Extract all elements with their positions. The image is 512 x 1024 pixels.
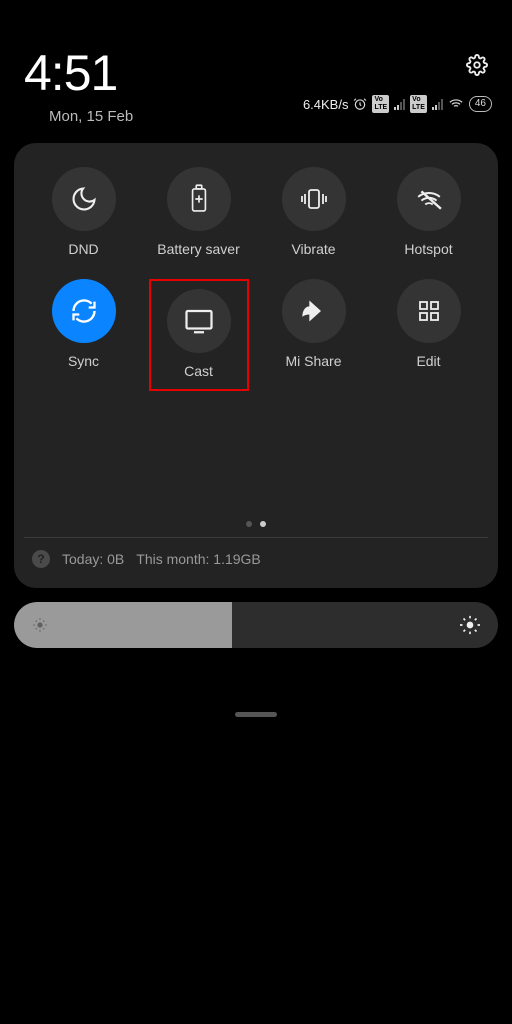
tile-label: Cast <box>184 363 213 379</box>
quick-settings-panel: DND Battery saver Vibrate Hotspot Sync <box>14 143 498 588</box>
volte-indicator-1: VoLTE <box>372 95 389 113</box>
page-dot-active <box>260 521 266 527</box>
clock-date: Mon, 15 Feb <box>49 108 133 125</box>
cast-icon <box>184 308 214 334</box>
network-speed: 6.4KB/s <box>303 97 349 112</box>
vibrate-icon <box>299 185 329 213</box>
tile-label: Hotspot <box>404 241 452 257</box>
tile-label: Sync <box>68 353 99 369</box>
data-usage-row[interactable]: ? Today: 0B This month: 1.19GB <box>26 538 486 572</box>
tile-dnd[interactable]: DND <box>26 167 141 257</box>
usage-month: This month: 1.19GB <box>136 551 261 567</box>
sun-bright-icon <box>460 615 480 635</box>
tile-label: DND <box>68 241 98 257</box>
status-bar: 4:51 Mon, 15 Feb 6.4KB/s VoLTE VoLTE 46 <box>0 0 512 125</box>
alarm-icon <box>353 97 367 111</box>
sun-dim-icon <box>32 617 48 633</box>
mi-share-icon <box>300 297 328 325</box>
volte-indicator-2: VoLTE <box>410 95 427 113</box>
wifi-icon <box>448 97 464 111</box>
tile-mi-share[interactable]: Mi Share <box>256 279 371 391</box>
tile-edit[interactable]: Edit <box>371 279 486 391</box>
grid-icon <box>417 299 441 323</box>
brightness-slider[interactable] <box>14 602 498 648</box>
home-handle[interactable] <box>235 712 277 717</box>
settings-icon[interactable] <box>466 54 488 81</box>
cast-highlight: Cast <box>149 279 249 391</box>
tile-hotspot[interactable]: Hotspot <box>371 167 486 257</box>
page-dot <box>246 521 252 527</box>
hotspot-icon <box>414 186 444 212</box>
signal-bars-1 <box>394 98 405 110</box>
tile-battery-saver[interactable]: Battery saver <box>141 167 256 257</box>
tile-vibrate[interactable]: Vibrate <box>256 167 371 257</box>
tile-label: Mi Share <box>285 353 341 369</box>
sync-icon <box>70 297 98 325</box>
tile-cast[interactable]: Cast <box>156 289 242 379</box>
page-indicator <box>26 521 486 527</box>
moon-icon <box>70 185 98 213</box>
battery-plus-icon <box>188 184 210 214</box>
signal-bars-2 <box>432 98 443 110</box>
tile-label: Battery saver <box>157 241 239 257</box>
clock-time: 4:51 <box>24 44 133 102</box>
battery-pill: 46 <box>469 96 492 112</box>
tile-sync[interactable]: Sync <box>26 279 141 391</box>
usage-today: Today: 0B <box>62 551 124 567</box>
tile-label: Vibrate <box>291 241 335 257</box>
status-icons: 6.4KB/s VoLTE VoLTE 46 <box>303 95 492 113</box>
help-icon: ? <box>32 550 50 568</box>
tile-label: Edit <box>416 353 440 369</box>
